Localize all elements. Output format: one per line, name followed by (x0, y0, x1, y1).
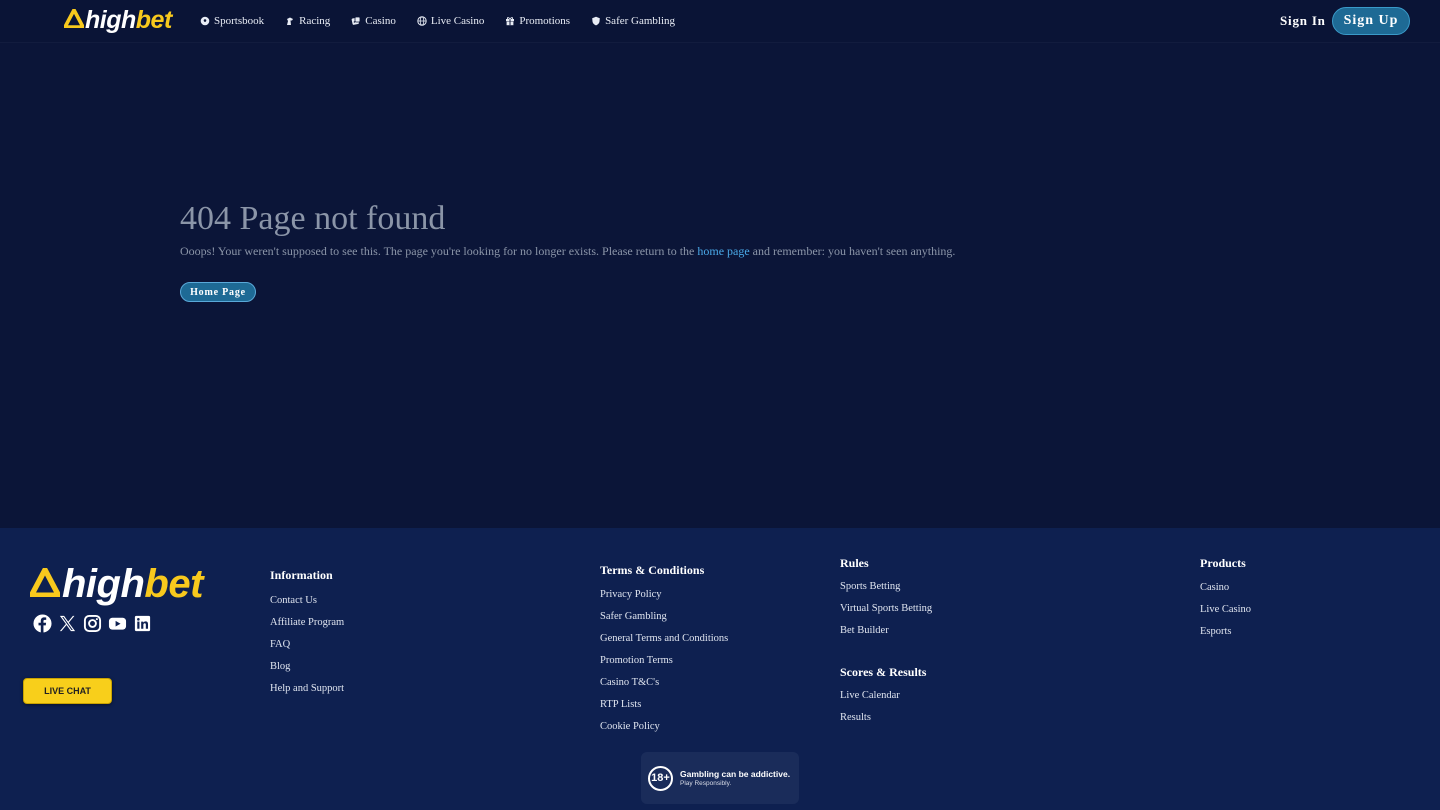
footer-heading-terms: Terms & Conditions (600, 563, 705, 577)
page-title: 404 Page not found (180, 200, 446, 237)
home-page-link[interactable]: home page (697, 244, 749, 258)
logo-text-bet: bet (135, 6, 173, 34)
footer-link-casino-tcs[interactable]: Casino T&C's (600, 672, 728, 694)
footer-heading-information: Information (270, 568, 333, 582)
logo-text-bet: bet (144, 562, 203, 606)
top-navigation-bar: high bet Sportsbook Racing Casino Live Ca… (0, 0, 1440, 42)
social-links (33, 614, 158, 633)
footer-column-products: Products Casino Live Casino Esports (1200, 556, 1251, 643)
globe-icon (417, 16, 427, 26)
footer-link-promotion-terms[interactable]: Promotion Terms (600, 650, 728, 672)
footer-link-cookie-policy[interactable]: Cookie Policy (600, 716, 728, 738)
logo-triangle-icon (63, 6, 85, 35)
footer-link-general-terms[interactable]: General Terms and Conditions (600, 628, 728, 650)
nav-safer-gambling[interactable]: Safer Gambling (591, 15, 675, 27)
x-icon[interactable] (58, 614, 77, 633)
nav-label: Promotions (519, 15, 571, 27)
live-chat-button[interactable]: LIVE CHAT (23, 678, 112, 704)
age-18-plus-icon: 18+ (648, 765, 673, 791)
nav-promotions[interactable]: Promotions (505, 15, 570, 27)
footer-link-rtp-lists[interactable]: RTP Lists (600, 694, 728, 716)
footer-heading-products: Products (1200, 556, 1246, 570)
nav-label: Safer Gambling (605, 15, 676, 27)
footer-highbet-logo[interactable]: high bet (28, 562, 203, 607)
nav-sportsbook[interactable]: Sportsbook (200, 15, 264, 27)
footer-link-safer-gambling[interactable]: Safer Gambling (600, 606, 728, 628)
sign-in-button[interactable]: Sign In (1280, 13, 1326, 29)
dice-icon (351, 16, 361, 25)
youtube-icon[interactable] (108, 614, 127, 633)
error-message-text-end: and remember: you haven't seen anything. (749, 244, 956, 258)
gift-icon (506, 17, 515, 26)
footer-link-sports-betting[interactable]: Sports Betting (840, 576, 932, 598)
footer-column-scores-results: Scores & Results Live Calendar Results (840, 665, 926, 729)
instagram-icon[interactable] (83, 614, 102, 633)
footer-heading-scores-results: Scores & Results (840, 665, 927, 679)
footer-link-virtual-sports-betting[interactable]: Virtual Sports Betting (840, 598, 932, 620)
nav-racing[interactable]: Racing (285, 15, 330, 27)
footer-link-faq[interactable]: FAQ (270, 634, 344, 656)
footer-link-casino[interactable]: Casino (1200, 577, 1251, 599)
footer-link-affiliate-program[interactable]: Affiliate Program (270, 612, 344, 634)
nav-label: Casino (365, 15, 396, 27)
horse-icon (287, 17, 294, 25)
logo-text-high: high (62, 562, 145, 606)
sign-up-button[interactable]: Sign Up (1332, 7, 1410, 35)
nav-label: Live Casino (430, 15, 485, 27)
error-message: Ooops! Your weren't supposed to see this… (180, 244, 955, 259)
home-page-button[interactable]: Home Page (180, 282, 256, 302)
footer-column-terms: Terms & Conditions Privacy Policy Safer … (600, 563, 728, 738)
soccer-ball-icon (200, 16, 210, 26)
footer-link-bet-builder[interactable]: Bet Builder (840, 620, 932, 642)
footer-link-contact-us[interactable]: Contact Us (270, 590, 344, 612)
footer-column-information: Information Contact Us Affiliate Program… (270, 568, 344, 700)
footer-link-results[interactable]: Results (840, 707, 926, 729)
nav-casino[interactable]: Casino (351, 15, 396, 27)
error-message-text: Ooops! Your weren't supposed to see this… (180, 244, 698, 258)
badge-text: Gambling can be addictive. Play Responsi… (680, 769, 790, 788)
footer-link-live-calendar[interactable]: Live Calendar (840, 685, 926, 707)
footer-link-esports[interactable]: Esports (1200, 621, 1251, 643)
footer-column-rules: Rules Sports Betting Virtual Sports Bett… (840, 556, 932, 642)
nav-live-casino[interactable]: Live Casino (417, 15, 484, 27)
facebook-icon[interactable] (33, 614, 52, 633)
footer-link-blog[interactable]: Blog (270, 656, 344, 678)
responsible-gambling-badge[interactable]: 18+ Gambling can be addictive. Play Resp… (641, 752, 799, 804)
nav-label: Sportsbook (214, 15, 265, 27)
highbet-logo[interactable]: high bet (63, 6, 173, 35)
nav-label: Racing (299, 15, 331, 27)
main-nav: Sportsbook Racing Casino Live Casino Pro… (200, 0, 696, 42)
badge-line-2: Play Responsibly. (680, 779, 732, 787)
shield-icon (592, 16, 600, 26)
linkedin-icon[interactable] (133, 614, 152, 633)
footer-link-live-casino[interactable]: Live Casino (1200, 599, 1251, 621)
footer-heading-rules: Rules (840, 556, 869, 570)
footer-link-privacy-policy[interactable]: Privacy Policy (600, 584, 728, 606)
logo-text-high: high (85, 6, 136, 34)
footer: high bet LIVE CHAT Information Contact Us… (0, 528, 1440, 810)
logo-triangle-icon (28, 562, 62, 607)
footer-link-help-support[interactable]: Help and Support (270, 678, 344, 700)
badge-line-1: Gambling can be addictive. (680, 768, 791, 779)
